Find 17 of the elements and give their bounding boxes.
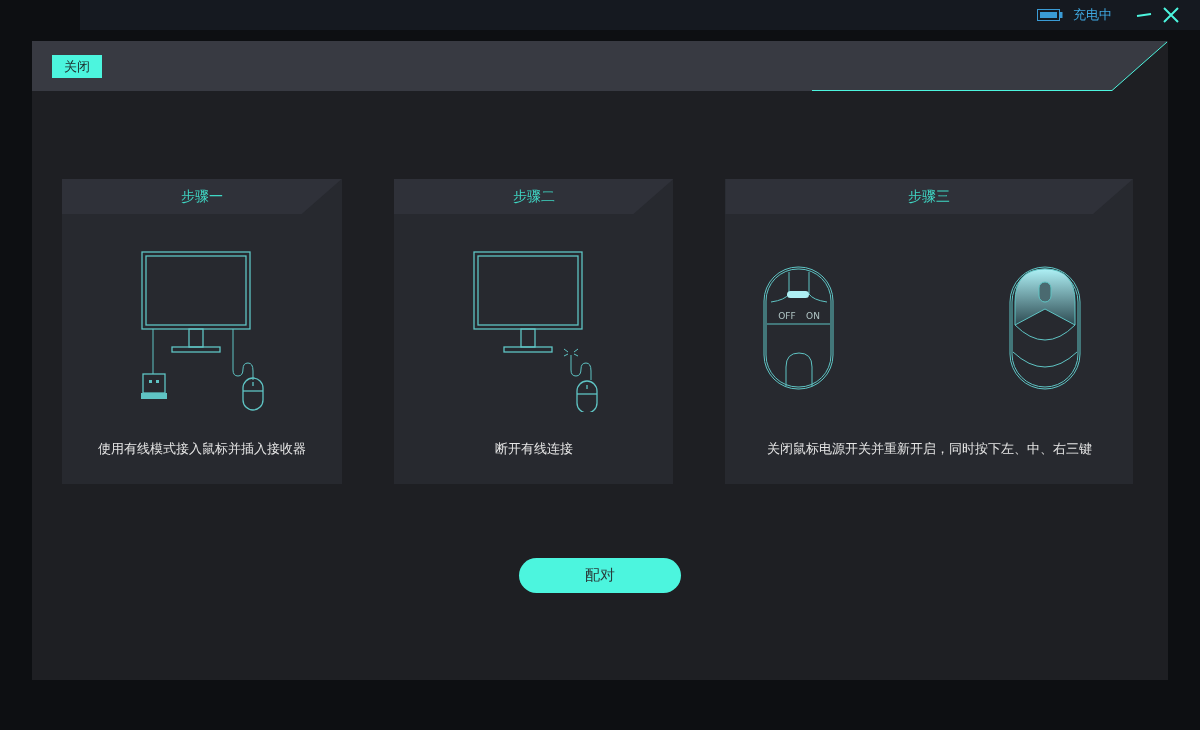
mouse-bottom-icon [763,266,834,390]
pair-button[interactable]: 配对 [519,558,681,593]
close-button[interactable]: 关闭 [52,55,102,78]
step-caption: 使用有线模式接入鼠标并插入接收器 [96,440,307,458]
step-title: 步骤二 [512,187,555,206]
step-caption: 关闭鼠标电源开关并重新开启，同时按下左、中、右三键 [765,440,1093,458]
close-button[interactable] [1162,6,1180,24]
step-title: 步骤三 [908,187,951,206]
battery-icon [1037,9,1063,21]
switch-label: OFF [778,311,796,321]
step-title: 步骤一 [180,187,223,206]
switch-label: ON [806,311,821,321]
step-caption: 断开有线连接 [493,440,574,458]
monitor-icon [472,251,583,353]
close-icon [1162,6,1180,24]
mouse-top-icon [1009,266,1081,390]
charging-status: 充电中 [1073,6,1112,24]
